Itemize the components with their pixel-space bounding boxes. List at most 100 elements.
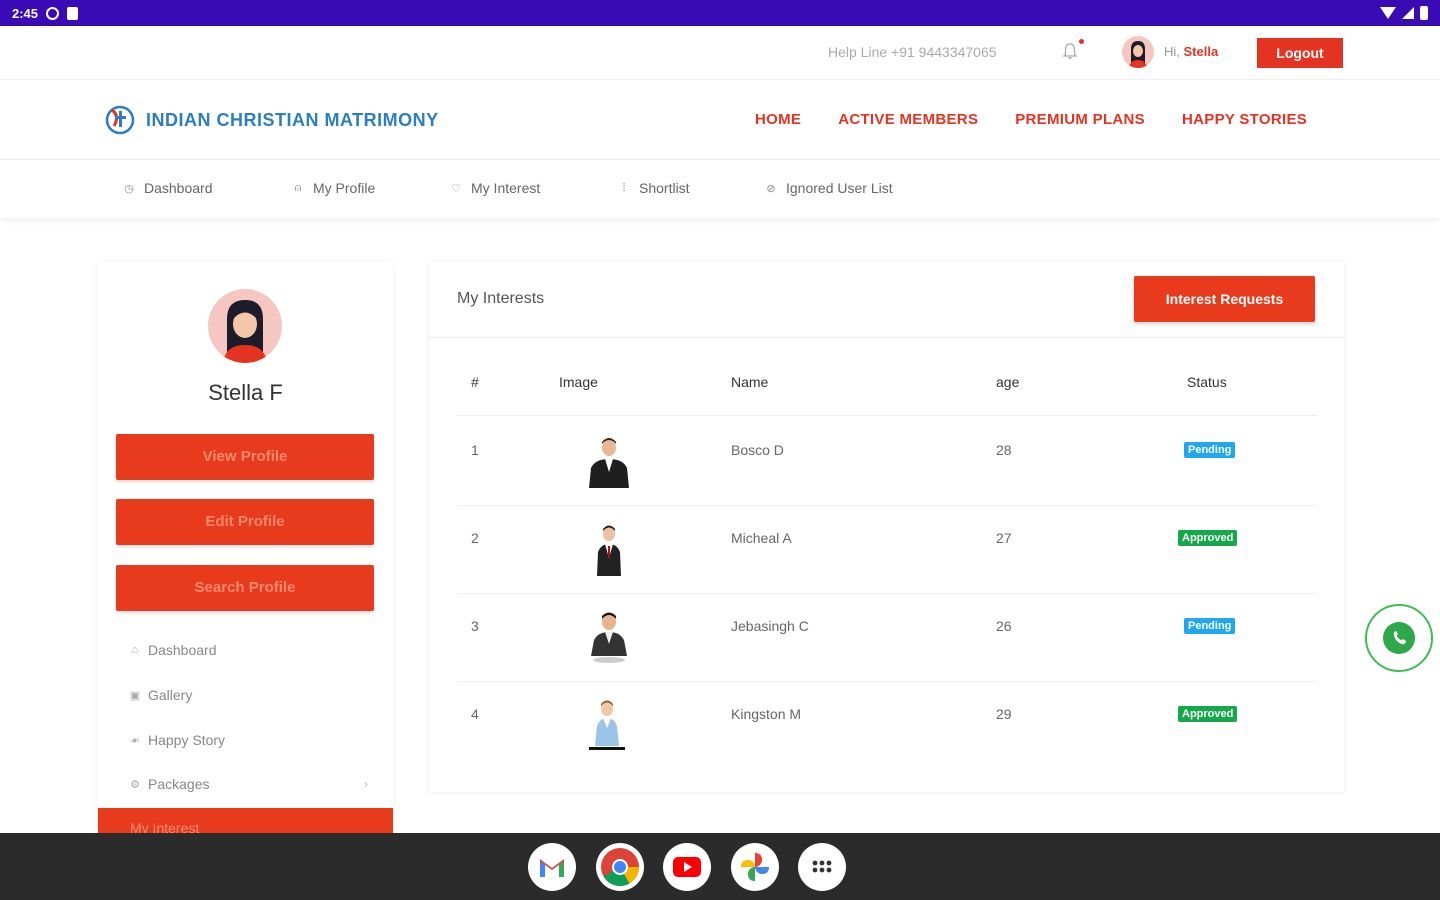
subnav-label: My Profile	[313, 180, 376, 196]
site-header: INDIAN CHRISTIAN MATRIMONY HOME ACTIVE M…	[0, 80, 1440, 160]
table-row[interactable]: 4 Kingston M 29 Approved	[457, 682, 1317, 770]
column-header-status: Status	[1187, 374, 1227, 390]
subnav-label: Ignored User List	[786, 180, 893, 196]
subnav-shortlist[interactable]: ⁞ Shortlist	[617, 180, 690, 196]
column-header-index: #	[471, 374, 479, 390]
table-row[interactable]: 2 Micheal A 27 Approved	[457, 506, 1317, 594]
logout-button[interactable]: Logout	[1257, 38, 1343, 68]
search-profile-button[interactable]: Search Profile	[116, 565, 374, 611]
avatar[interactable]	[1122, 36, 1154, 68]
brand-name[interactable]: INDIAN CHRISTIAN MATRIMONY	[146, 110, 439, 131]
block-icon: ⊘	[766, 182, 776, 195]
package-icon: ⚙	[130, 778, 140, 791]
chevron-right-icon: ›	[364, 777, 368, 791]
member-photo[interactable]	[585, 610, 633, 664]
sim-card-icon	[67, 6, 79, 20]
sidebar-item-label: Dashboard	[148, 642, 217, 658]
subnav-ignored-user-list[interactable]: ⊘ Ignored User List	[764, 180, 893, 196]
heart-hand-icon: ☙	[130, 734, 140, 747]
sidebar-item-label: Packages	[148, 776, 210, 792]
row-index: 2	[471, 530, 479, 546]
whatsapp-button[interactable]	[1365, 604, 1433, 672]
clock-time: 2:45	[12, 5, 39, 21]
clock-icon: ◷	[124, 182, 134, 195]
subnav-my-profile[interactable]: ⍝ My Profile	[291, 180, 376, 196]
status-badge: Pending	[1184, 618, 1236, 634]
subnav-my-interest[interactable]: ♡ My Interest	[449, 180, 540, 196]
member-age: 27	[996, 530, 1012, 546]
image-icon: ▣	[129, 689, 141, 702]
status-badge: Approved	[1178, 530, 1238, 546]
subnav-label: Shortlist	[639, 180, 690, 196]
profile-avatar	[208, 289, 282, 363]
profile-name: Stella F	[208, 380, 283, 405]
member-name[interactable]: Micheal A	[731, 530, 792, 546]
notification-dot	[1079, 39, 1084, 44]
system-status-bar: 2:45	[0, 0, 1440, 26]
card-header: My Interests Interest Requests	[429, 262, 1344, 338]
subnav-label: Dashboard	[144, 180, 213, 196]
table-row[interactable]: 1 Bosco D 28 Pending	[457, 418, 1317, 506]
column-header-age: age	[996, 374, 1020, 390]
subnav-dashboard[interactable]: ◷ Dashboard	[122, 180, 213, 196]
top-strip: Help Line +91 9443347065 Hi, Stella Logo…	[0, 26, 1440, 80]
notification-icon	[46, 6, 60, 20]
helpline-text: Help Line +91 9443347065	[828, 44, 997, 60]
greeting-prefix: Hi,	[1164, 44, 1180, 59]
wifi-icon	[1380, 7, 1396, 19]
whatsapp-icon	[1383, 622, 1415, 654]
list-icon: ⁞	[622, 182, 626, 194]
row-index: 1	[471, 442, 479, 458]
heart-icon: ♡	[451, 182, 461, 195]
gmail-icon[interactable]	[528, 843, 576, 891]
member-photo[interactable]	[585, 522, 633, 576]
subnav-label: My Interest	[471, 180, 541, 196]
status-badge: Pending	[1184, 442, 1236, 458]
profile-sidebar: Stella F View Profile Edit Profile Searc…	[98, 262, 393, 862]
signal-icon	[1402, 7, 1414, 19]
interest-requests-button[interactable]: Interest Requests	[1134, 276, 1315, 322]
column-header-image: Image	[559, 374, 598, 390]
table-header: # Image Name age Status	[457, 374, 1317, 416]
youtube-icon[interactable]	[663, 843, 711, 891]
user-icon: ⍝	[294, 181, 302, 194]
edit-profile-button[interactable]: Edit Profile	[116, 499, 374, 545]
member-name[interactable]: Bosco D	[731, 442, 784, 458]
system-taskbar	[0, 833, 1440, 900]
sidebar-item-packages[interactable]: ⚙ Packages ›	[128, 776, 368, 792]
bell-icon[interactable]	[1062, 42, 1078, 60]
member-name[interactable]: Jebasingh C	[731, 618, 809, 634]
nav-premium-plans[interactable]: PREMIUM PLANS	[1015, 111, 1145, 128]
greeting-user-name[interactable]: Stella	[1184, 44, 1219, 59]
view-profile-button[interactable]: View Profile	[116, 434, 374, 480]
app-drawer-icon[interactable]	[798, 843, 846, 891]
chrome-icon[interactable]	[596, 843, 644, 891]
user-greeting: Hi, Stella	[1164, 44, 1218, 59]
dashboard-subnav: ◷ Dashboard ⍝ My Profile ♡ My Interest ⁞…	[0, 160, 1440, 218]
member-photo[interactable]	[585, 434, 633, 488]
nav-active-members[interactable]: ACTIVE MEMBERS	[838, 111, 978, 128]
sidebar-item-label: Happy Story	[148, 732, 226, 748]
home-icon: ⌂	[131, 644, 139, 656]
photos-icon[interactable]	[731, 843, 779, 891]
member-photo[interactable]	[585, 698, 633, 752]
member-name[interactable]: Kingston M	[731, 706, 801, 722]
nav-home[interactable]: HOME	[755, 111, 801, 128]
member-age: 28	[996, 442, 1012, 458]
my-interests-card: My Interests Interest Requests # Image N…	[429, 262, 1344, 792]
card-title: My Interests	[457, 290, 545, 307]
table-row[interactable]: 3 Jebasingh C 26 Pending	[457, 594, 1317, 682]
row-index: 3	[471, 618, 479, 634]
main-nav: HOME ACTIVE MEMBERS PREMIUM PLANS HAPPY …	[755, 111, 1307, 128]
sidebar-item-dashboard[interactable]: ⌂ Dashboard	[128, 642, 368, 658]
sidebar-item-happy-story[interactable]: ☙ Happy Story	[128, 732, 368, 748]
column-header-name: Name	[731, 374, 769, 390]
sidebar-item-label: Gallery	[148, 687, 193, 703]
nav-happy-stories[interactable]: HAPPY STORIES	[1182, 111, 1307, 128]
sidebar-item-gallery[interactable]: ▣ Gallery	[128, 687, 368, 703]
member-age: 26	[996, 618, 1012, 634]
row-index: 4	[471, 706, 479, 722]
logo-icon[interactable]	[102, 102, 138, 138]
battery-icon	[1420, 6, 1428, 20]
status-badge: Approved	[1178, 706, 1238, 722]
